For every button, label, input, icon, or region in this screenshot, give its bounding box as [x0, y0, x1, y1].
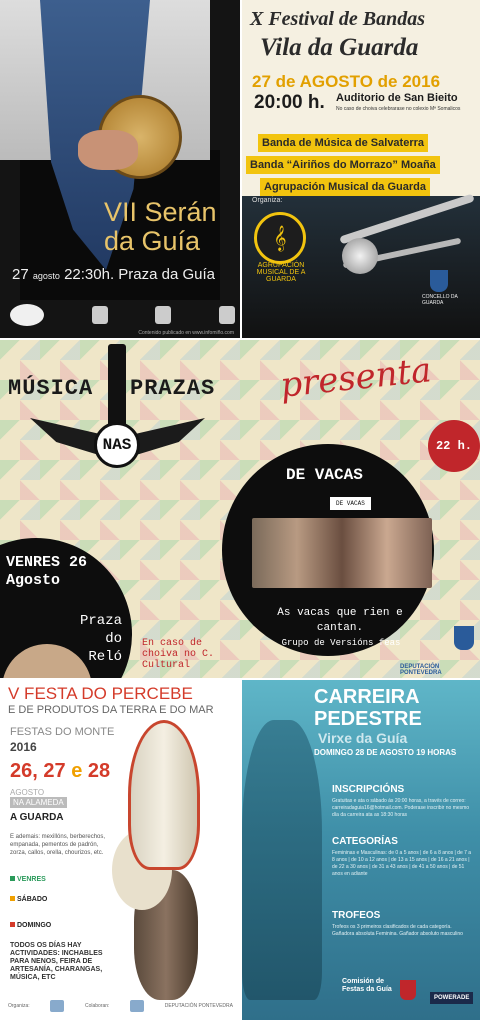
schedule-day: VENRES: [17, 876, 46, 883]
band-item: Banda “Airiños do Morrazo” Moaña: [246, 156, 440, 174]
section-heading: TROFEOS: [332, 910, 381, 921]
poster-musica-nas-prazas: MÚSICA PRAZAS NAS presenta 22 h. DE VACA…: [0, 340, 480, 678]
trombone-bell: [342, 238, 378, 274]
organizer-logo: [50, 1000, 65, 1012]
hand-image: [78, 130, 138, 170]
schedule-day: DOMINGO: [17, 922, 52, 929]
deputacion-logo: [155, 306, 172, 324]
venue-badge: NA ALAMEDA: [10, 797, 67, 808]
runner-image: [242, 720, 322, 1000]
barnacle-image: [110, 720, 230, 1000]
band-item: Agrupación Musical da Guarda: [260, 178, 430, 196]
festas-label: FESTAS DO MONTE: [10, 726, 115, 738]
organizer-name: AGRUPACIÓN MUSICAL DE A GUARDA: [256, 262, 306, 283]
poster-seran-da-guia: VII Serán da Guía 27 agosto 22:30h. Praz…: [0, 0, 240, 338]
event-town: A GUARDA: [10, 812, 64, 823]
event-month: AGOSTO: [10, 788, 45, 797]
band-photo: [252, 518, 432, 588]
title-line-2: da Guía: [104, 226, 201, 256]
poster-subtitle: Virxe da Guía: [318, 730, 408, 746]
event-when: 27 agosto 22:30h. Praza da Guía: [12, 266, 215, 283]
band-tagline: As vacas que rien e cantan.: [277, 607, 403, 634]
event-month: agosto: [32, 271, 60, 281]
collab-logo: [130, 1000, 145, 1012]
day-1: 26,: [10, 760, 38, 782]
organizer-label: Organiza:: [8, 1003, 30, 1009]
crest-caption: CONCELLO DA GUARDA: [422, 294, 458, 306]
deputacion-label: DEPUTACIÓN PONTEVEDRA: [164, 1003, 233, 1009]
event-day: 27: [12, 266, 29, 283]
schedule-venres: VENRES: [10, 876, 46, 883]
crest-icon: [454, 626, 474, 650]
title-line-2: PEDESTRE: [314, 708, 422, 730]
brand-right: PRAZAS: [130, 376, 216, 401]
rain-note: En caso de choiva no C. Cultural: [142, 638, 215, 671]
poster-title: CARREIRA PEDESTRE: [314, 686, 422, 730]
event-time: 20:00 h.: [254, 92, 325, 113]
section-text: Femininas e Masculinas: de 0 a 5 anos | …: [332, 850, 472, 877]
organizer-label: Organiza:: [252, 197, 283, 204]
poster-carreira-pedestre: CARREIRA PEDESTRE Virxe da Guía DOMINGO …: [242, 680, 480, 1020]
event-date: 27 de AGOSTO de 2016: [252, 72, 441, 91]
poster-title: VII Serán da Guía: [104, 198, 234, 256]
day-3: 28: [87, 760, 111, 782]
section-heading: INSCRIPCIÓNS: [332, 784, 405, 795]
food-list: E ademais: mexillóns, berberechos, empan…: [10, 834, 106, 856]
poster-festival-bandas: X Festival de Bandas Vila da Guarda 27 d…: [242, 0, 480, 338]
event-venue: Auditorio de San Bieito: [336, 92, 458, 104]
event-hour-badge: 22 h.: [428, 420, 480, 472]
crest-icon: [430, 270, 448, 292]
band-label: DE VACAS: [330, 497, 371, 510]
event-days: 26, 27 e 28: [10, 760, 110, 783]
schedule-sabado: SÁBADO: [10, 896, 47, 903]
concello-logo: [218, 306, 235, 324]
event-year: 2016: [10, 740, 37, 754]
poster-subtitle: E DE PRODUTOS DA TERRA E DO MAR: [8, 704, 214, 716]
event-time-place: 22:30h. Praza da Guía: [64, 266, 215, 283]
sponsor-logo: [10, 304, 44, 326]
event-date: DOMINGO 28 DE AGOSTO 19 HORAS: [314, 748, 457, 757]
title-line-1: CARREIRA: [314, 686, 420, 708]
poster-festa-percebe: V FESTA DO PERCEBE E DE PRODUTOS DA TERR…: [0, 680, 240, 1020]
day-2: 27: [43, 760, 66, 782]
credit-text: Contenido publicado en www.infomiño.com: [138, 330, 234, 336]
section-heading: CATEGORÍAS: [332, 836, 398, 847]
brand-center: NAS: [94, 422, 140, 468]
poster-title-line-2: Vila da Guarda: [260, 34, 419, 61]
sponsor-logos: Organiza: Colaboran: DEPUTACIÓN PONTEVED…: [8, 1000, 233, 1012]
day-and: e: [71, 760, 83, 782]
crest-icon: [400, 980, 416, 1000]
deputacion-label: DEPUTACIÓN PONTEVEDRA: [400, 664, 442, 676]
sponsor-logo: POWERADE: [430, 992, 474, 1004]
barnacle-shell: [128, 720, 200, 870]
sponsor-logos: [10, 300, 235, 330]
activities-text: TODOS OS DÍAS HAY ACTIVIDADES: INCHABLES…: [10, 942, 103, 981]
schedule-domingo: DOMINGO: [10, 922, 51, 929]
section-text: Gratuitas e ata o sábado ás 20:00 horas,…: [332, 798, 470, 818]
brand-left: MÚSICA: [8, 376, 94, 401]
treble-clef-icon: 𝄞: [254, 212, 306, 264]
schedule-day: SÁBADO: [17, 896, 48, 903]
rain-note: No caso de choiva celebrarase no colexio…: [336, 106, 461, 112]
band-item: Banda de Música de Salvaterra: [258, 134, 429, 152]
band-name: DE VACAS: [286, 466, 363, 484]
crest-icon: [91, 306, 108, 324]
collab-label: Colaboran:: [84, 1003, 110, 1009]
title-line-1: VII Serán: [104, 197, 217, 227]
band-group: Grupo de Versións feas: [281, 638, 401, 648]
poster-title: V FESTA DO PERCEBE: [8, 684, 193, 703]
poster-title-line-1: X Festival de Bandas: [250, 8, 426, 30]
organizer-text: Comisión de Festas da Guía: [342, 978, 392, 993]
section-text: Trofeos os 3 primeiros clasificados de c…: [332, 924, 463, 937]
event-day: VENRES 26 Agosto: [6, 554, 88, 589]
event-place: Praza do Reló: [79, 613, 122, 665]
